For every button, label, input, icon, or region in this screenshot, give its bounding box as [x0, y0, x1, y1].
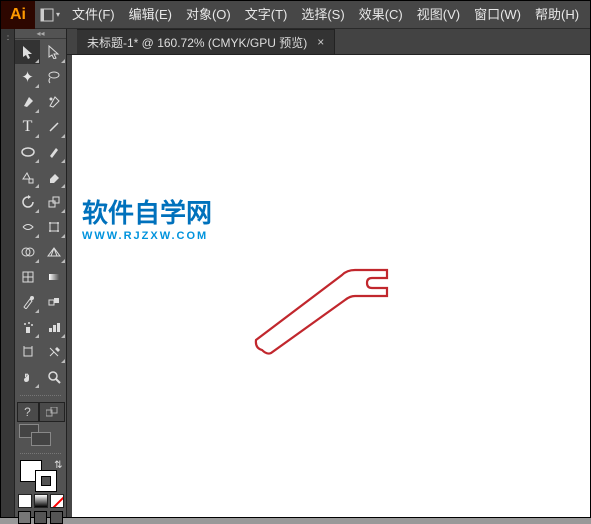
- curvature-tool[interactable]: [41, 90, 66, 114]
- menu-effect[interactable]: 效果(C): [352, 1, 410, 29]
- watermark-url: WWW.RJZXW.COM: [82, 230, 208, 242]
- mesh-tool[interactable]: [15, 265, 40, 289]
- line-segment-tool[interactable]: [41, 115, 66, 139]
- menu-help[interactable]: 帮助(H): [528, 1, 586, 29]
- type-tool[interactable]: T: [15, 115, 40, 139]
- perspective-grid-tool[interactable]: [41, 240, 66, 264]
- menu-file[interactable]: 文件(F): [65, 1, 122, 29]
- document-tab-bar: 未标题-1* @ 160.72% (CMYK/GPU 预览) ×: [67, 29, 590, 55]
- close-tab-icon[interactable]: ×: [317, 35, 324, 49]
- document-area: 未标题-1* @ 160.72% (CMYK/GPU 预览) × 软件自学网 W…: [67, 29, 590, 517]
- wrench-drawing: [247, 250, 407, 360]
- watermark-text: 软件自学网: [82, 200, 212, 226]
- tool-help-button[interactable]: ?: [17, 402, 39, 422]
- blend-tool[interactable]: [41, 290, 66, 314]
- rotate-tool[interactable]: [15, 190, 40, 214]
- overlap-mode-icon[interactable]: [17, 424, 65, 450]
- selection-tool[interactable]: [15, 40, 40, 64]
- ellipse-tool[interactable]: [15, 140, 40, 164]
- canvas-viewport[interactable]: 软件自学网 WWW.RJZXW.COM: [67, 55, 590, 517]
- swap-fill-stroke-icon[interactable]: ⇅: [54, 460, 62, 471]
- dock-grip-icon[interactable]: ::: [6, 33, 8, 42]
- document-tab-title: 未标题-1* @ 160.72% (CMYK/GPU 预览): [87, 34, 307, 51]
- shape-builder-tool[interactable]: [15, 240, 40, 264]
- free-transform-tool[interactable]: [41, 215, 66, 239]
- stroke-swatch[interactable]: [35, 470, 57, 492]
- tools-panel: ◂◂ ✦ T: [15, 29, 67, 517]
- hand-tool[interactable]: [15, 365, 40, 389]
- width-tool[interactable]: [15, 215, 40, 239]
- shaper-tool[interactable]: [15, 165, 40, 189]
- workspace-switcher-icon[interactable]: ▾: [35, 8, 65, 22]
- magic-wand-tool[interactable]: ✦: [15, 65, 40, 89]
- app-logo: Ai: [1, 1, 35, 29]
- lasso-tool[interactable]: [41, 65, 66, 89]
- menu-window[interactable]: 窗口(W): [467, 1, 528, 29]
- menu-edit[interactable]: 编辑(E): [122, 1, 179, 29]
- menu-view[interactable]: 视图(V): [410, 1, 467, 29]
- document-tab[interactable]: 未标题-1* @ 160.72% (CMYK/GPU 预览) ×: [77, 29, 335, 54]
- menu-select[interactable]: 选择(S): [294, 1, 351, 29]
- panel-dock-left: ::: [1, 29, 15, 517]
- color-mode-gradient[interactable]: [34, 494, 48, 508]
- menu-type[interactable]: 文字(T): [238, 1, 295, 29]
- slice-tool[interactable]: [41, 340, 66, 364]
- menu-bar: Ai ▾ 文件(F) 编辑(E) 对象(O) 文字(T) 选择(S) 效果(C)…: [1, 1, 590, 29]
- tool-info-row: ?: [17, 402, 65, 422]
- color-mode-none[interactable]: [50, 494, 64, 508]
- eyedropper-tool[interactable]: [15, 290, 40, 314]
- scale-tool[interactable]: [41, 190, 66, 214]
- fill-stroke-indicator[interactable]: ⇅: [17, 460, 65, 492]
- direct-selection-tool[interactable]: [41, 40, 66, 64]
- gradient-tool[interactable]: [41, 265, 66, 289]
- tool-options-icon[interactable]: [39, 402, 65, 422]
- collapse-panel-icon[interactable]: ◂◂: [15, 29, 66, 39]
- pen-tool[interactable]: [15, 90, 40, 114]
- eraser-tool[interactable]: [41, 165, 66, 189]
- paintbrush-tool[interactable]: [41, 140, 66, 164]
- zoom-tool[interactable]: [41, 365, 66, 389]
- artboard-tool[interactable]: [15, 340, 40, 364]
- menu-object[interactable]: 对象(O): [179, 1, 238, 29]
- column-graph-tool[interactable]: [41, 315, 66, 339]
- artboard: 软件自学网 WWW.RJZXW.COM: [72, 55, 590, 517]
- color-mode-solid[interactable]: [18, 494, 32, 508]
- symbol-sprayer-tool[interactable]: [15, 315, 40, 339]
